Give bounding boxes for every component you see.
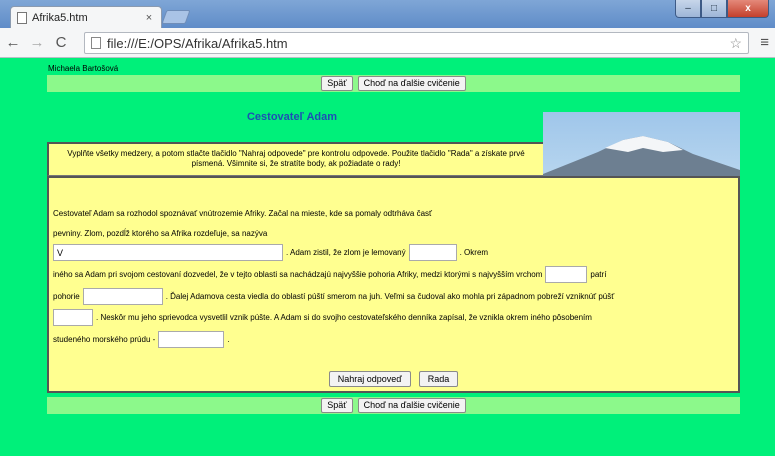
forward-arrow-icon[interactable]: → (26, 32, 48, 54)
reload-icon[interactable]: C (50, 32, 72, 54)
action-buttons: Nahraj odpoveď Rada (49, 371, 738, 387)
tab-close-icon[interactable]: × (143, 12, 155, 24)
text-line-7: studeného morského prúdu - . (53, 331, 230, 348)
text-segment: . (227, 335, 230, 344)
next-exercise-button[interactable]: Choď na ďalšie cvičenie (357, 398, 466, 413)
text-segment: . Ďalej Adamova cesta viedla do oblastí … (165, 292, 615, 301)
page-icon (91, 37, 101, 49)
new-tab-button[interactable] (161, 10, 191, 24)
hint-button[interactable]: Rada (418, 371, 459, 387)
text-segment: pohorie (53, 292, 80, 301)
address-bar[interactable]: file:///E:/OPS/Afrika/Afrika5.htm ☆ (84, 32, 749, 54)
check-answers-button[interactable]: Nahraj odpoveď (328, 371, 411, 387)
window-titlebar: Afrika5.htm × – □ x (0, 0, 775, 28)
gap-input-2[interactable] (408, 244, 457, 261)
back-arrow-icon[interactable]: ← (2, 32, 24, 54)
text-segment: . Neskôr mu jeho sprievodca vysvetlil vz… (96, 313, 592, 322)
text-line-6: . Neskôr mu jeho sprievodca vysvetlil vz… (53, 309, 592, 326)
text-segment: . Okrem (459, 248, 489, 257)
gap-input-4[interactable] (82, 288, 163, 305)
text-segment: studeného morského prúdu - (53, 335, 156, 344)
minimize-button[interactable]: – (675, 0, 701, 18)
close-window-button[interactable]: x (727, 0, 769, 18)
exercise-box: Cestovateľ Adam sa rozhodol spoznávať vn… (47, 176, 740, 393)
instructions-box: Vyplňte všetky medzery, a potom stlačte … (47, 142, 543, 176)
document-icon (17, 11, 27, 24)
gap-input-1[interactable] (53, 244, 283, 261)
gap-input-5[interactable] (53, 309, 93, 326)
tab-title: Afrika5.htm (32, 11, 88, 24)
text-line-1: Cestovateľ Adam sa rozhodol spoznávať vn… (53, 209, 433, 218)
back-button[interactable]: Späť (321, 398, 353, 413)
text-segment: patrí (590, 270, 607, 279)
menu-icon[interactable]: ≡ (760, 34, 769, 51)
window-controls: – □ x (675, 0, 769, 18)
text-line-2: pevniny. Zlom, pozdĺž ktorého sa Afrika … (53, 229, 268, 238)
gap-input-6[interactable] (158, 331, 225, 348)
text-line-4: iného sa Adam pri svojom cestovaní dozve… (53, 266, 606, 283)
back-button[interactable]: Späť (321, 76, 353, 91)
browser-tab[interactable]: Afrika5.htm × (10, 6, 162, 28)
gap-input-3[interactable] (545, 266, 588, 283)
browser-toolbar: ← → C file:///E:/OPS/Afrika/Afrika5.htm … (0, 28, 775, 58)
text-line-5: pohorie . Ďalej Adamova cesta viedla do … (53, 288, 614, 305)
text-segment: iného sa Adam pri svojom cestovaní dozve… (53, 270, 543, 279)
next-exercise-button[interactable]: Choď na ďalšie cvičenie (357, 76, 466, 91)
address-url[interactable]: file:///E:/OPS/Afrika/Afrika5.htm (107, 36, 729, 51)
text-line-3: . Adam zistil, že zlom je lemovaný . Okr… (53, 244, 488, 261)
top-nav-bar: Späť Choď na ďalšie cvičenie (47, 75, 740, 92)
text-segment: . Adam zistil, že zlom je lemovaný (286, 248, 406, 257)
bookmark-star-icon[interactable]: ☆ (729, 35, 742, 52)
maximize-button[interactable]: □ (701, 0, 727, 18)
bottom-nav-bar: Späť Choď na ďalšie cvičenie (47, 397, 740, 414)
author-name: Michaela Bartošová (48, 64, 119, 73)
page-title: Cestovateľ Adam (246, 111, 338, 123)
